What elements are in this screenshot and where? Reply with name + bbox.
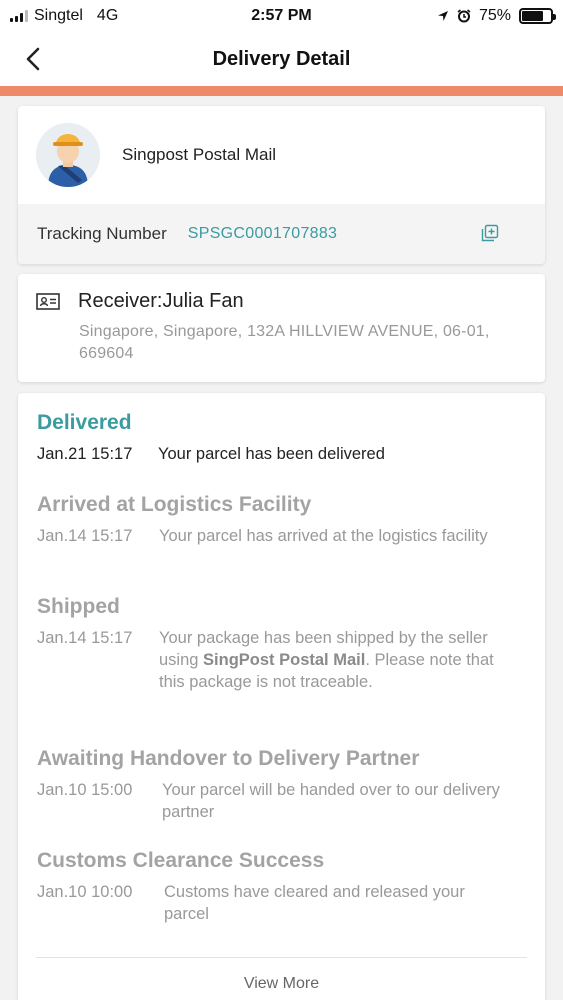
event-description: Your parcel has been delivered [158, 445, 385, 463]
view-more-button[interactable]: View More [18, 975, 545, 993]
receiver-card: Receiver:Julia Fan Singapore, Singapore,… [18, 274, 545, 382]
event-description: Your parcel has arrived at the logistics… [159, 527, 488, 545]
copy-icon [481, 224, 499, 242]
timeline-event: Customs Clearance Success Jan.10 10:00 C… [37, 849, 537, 925]
carrier-label: Singtel [34, 7, 83, 24]
event-status: Shipped [37, 595, 120, 618]
tracking-label: Tracking Number [37, 224, 167, 243]
event-time: Jan.10 15:00 [37, 781, 133, 799]
carrier-row: Singpost Postal Mail [18, 106, 545, 204]
back-button[interactable] [18, 44, 48, 74]
courier-avatar [36, 123, 100, 187]
event-status: Customs Clearance Success [37, 849, 325, 872]
timeline-event: Delivered Jan.21 15:17 Your parcel has b… [37, 411, 537, 465]
id-card-icon [36, 293, 60, 310]
event-time: Jan.14 15:17 [37, 629, 133, 647]
header-accent-bar [0, 86, 563, 96]
status-bar: Singtel 4G 2:57 PM 75% [0, 0, 563, 32]
courier-icon [36, 123, 100, 187]
event-description: Customs have cleared and released your p… [164, 883, 465, 923]
tracking-number[interactable]: SPSGC0001707883 [188, 225, 338, 243]
event-time: Jan.14 15:17 [37, 527, 133, 545]
timeline-event: Arrived at Logistics Facility Jan.14 15:… [37, 493, 537, 547]
copy-button[interactable] [481, 224, 501, 244]
receiver-name: Receiver:Julia Fan [78, 290, 244, 312]
event-detail: Jan.21 15:17 Your parcel has been delive… [37, 443, 537, 465]
event-status: Awaiting Handover to Delivery Partner [37, 747, 420, 770]
event-status: Arrived at Logistics Facility [37, 493, 312, 516]
battery-level [522, 11, 543, 21]
chevron-left-icon [26, 47, 40, 71]
event-detail: Jan.10 10:00 Customs have cleared and re… [37, 881, 537, 925]
timeline-event: Shipped Jan.14 15:17 Your package has be… [37, 595, 537, 693]
network-label: 4G [96, 7, 119, 24]
timeline-event: Awaiting Handover to Delivery Partner Ja… [37, 747, 537, 823]
location-arrow-icon [437, 11, 448, 21]
battery-percent: 75% [478, 7, 511, 24]
event-time: Jan.10 10:00 [37, 883, 133, 901]
carrier-name: Singpost Postal Mail [122, 145, 277, 164]
timeline-card: Delivered Jan.21 15:17 Your parcel has b… [18, 393, 545, 1000]
page-title: Delivery Detail [212, 47, 351, 70]
receiver-address: Singapore, Singapore, 132A HILLVIEW AVEN… [79, 323, 490, 362]
alarm-icon [457, 9, 471, 23]
status-bar-right: 75% [437, 7, 556, 25]
battery-icon [519, 8, 556, 24]
receiver-header: Receiver:Julia Fan [36, 290, 244, 313]
signal-icon [10, 10, 28, 22]
status-bar-left: Singtel 4G [10, 7, 118, 25]
carrier-card: Singpost Postal Mail Tracking Number SPS… [18, 106, 545, 264]
event-detail: Jan.14 15:17 Your parcel has arrived at … [37, 525, 537, 547]
event-detail: Jan.10 15:00 Your parcel will be handed … [37, 779, 537, 823]
event-detail: Jan.14 15:17 Your package has been shipp… [37, 627, 537, 693]
event-description: Your parcel will be handed over to our d… [162, 781, 500, 821]
description-carrier: SingPost Postal Mail [203, 651, 366, 669]
divider [36, 957, 527, 958]
event-description: Your package has been shipped by the sel… [159, 627, 504, 693]
nav-bar: Delivery Detail [0, 32, 563, 86]
event-status: Delivered [37, 411, 132, 434]
tracking-row: Tracking Number SPSGC0001707883 [18, 204, 545, 264]
event-time: Jan.21 15:17 [37, 445, 133, 463]
